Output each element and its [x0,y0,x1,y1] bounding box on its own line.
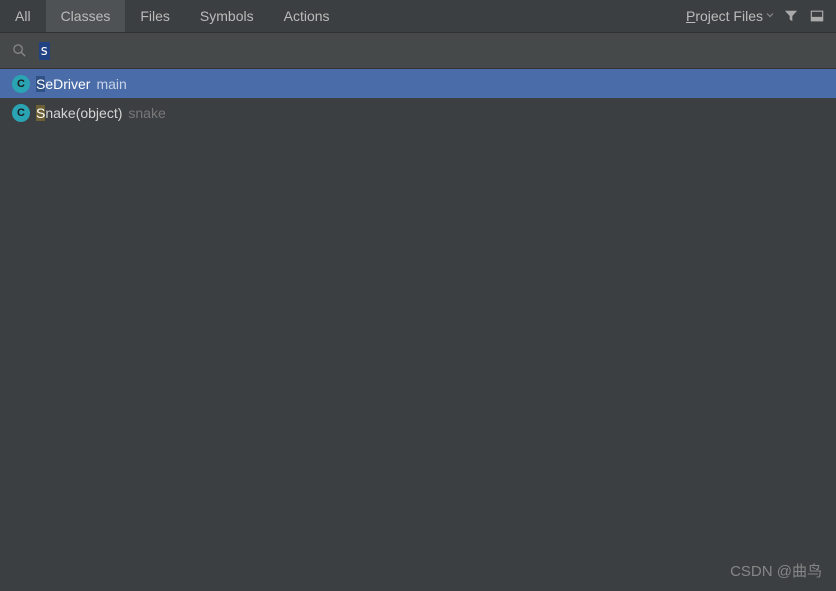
class-icon: C [12,75,30,93]
search-query-text: s [39,42,50,60]
scope-label: roject Files [695,8,763,24]
result-item[interactable]: C Snake(object) snake [0,98,836,127]
tab-classes[interactable]: Classes [46,0,126,32]
result-name: Snake(object) [36,105,122,121]
filter-icon[interactable] [778,0,804,33]
tab-files[interactable]: Files [125,0,185,32]
result-name: SeDriver [36,76,90,92]
search-input[interactable]: s [39,41,50,61]
tab-symbols[interactable]: Symbols [185,0,269,32]
search-icon [12,43,27,58]
class-icon: C [12,104,30,122]
result-location: snake [128,105,165,121]
chevron-down-icon [766,11,774,22]
search-bar: s [0,33,836,69]
result-item[interactable]: C SeDriver main [0,69,836,98]
tab-actions[interactable]: Actions [269,0,345,32]
tab-all[interactable]: All [0,0,46,32]
open-in-tool-window-icon[interactable] [804,0,830,33]
scope-hotkey: P [686,8,695,24]
watermark: CSDN @曲鸟 [730,560,822,581]
scope-selector[interactable]: Project Files [682,8,778,24]
results-list: C SeDriver main C Snake(object) snake [0,69,836,127]
result-location: main [96,76,126,92]
search-tabs: All Classes Files Symbols Actions Projec… [0,0,836,33]
